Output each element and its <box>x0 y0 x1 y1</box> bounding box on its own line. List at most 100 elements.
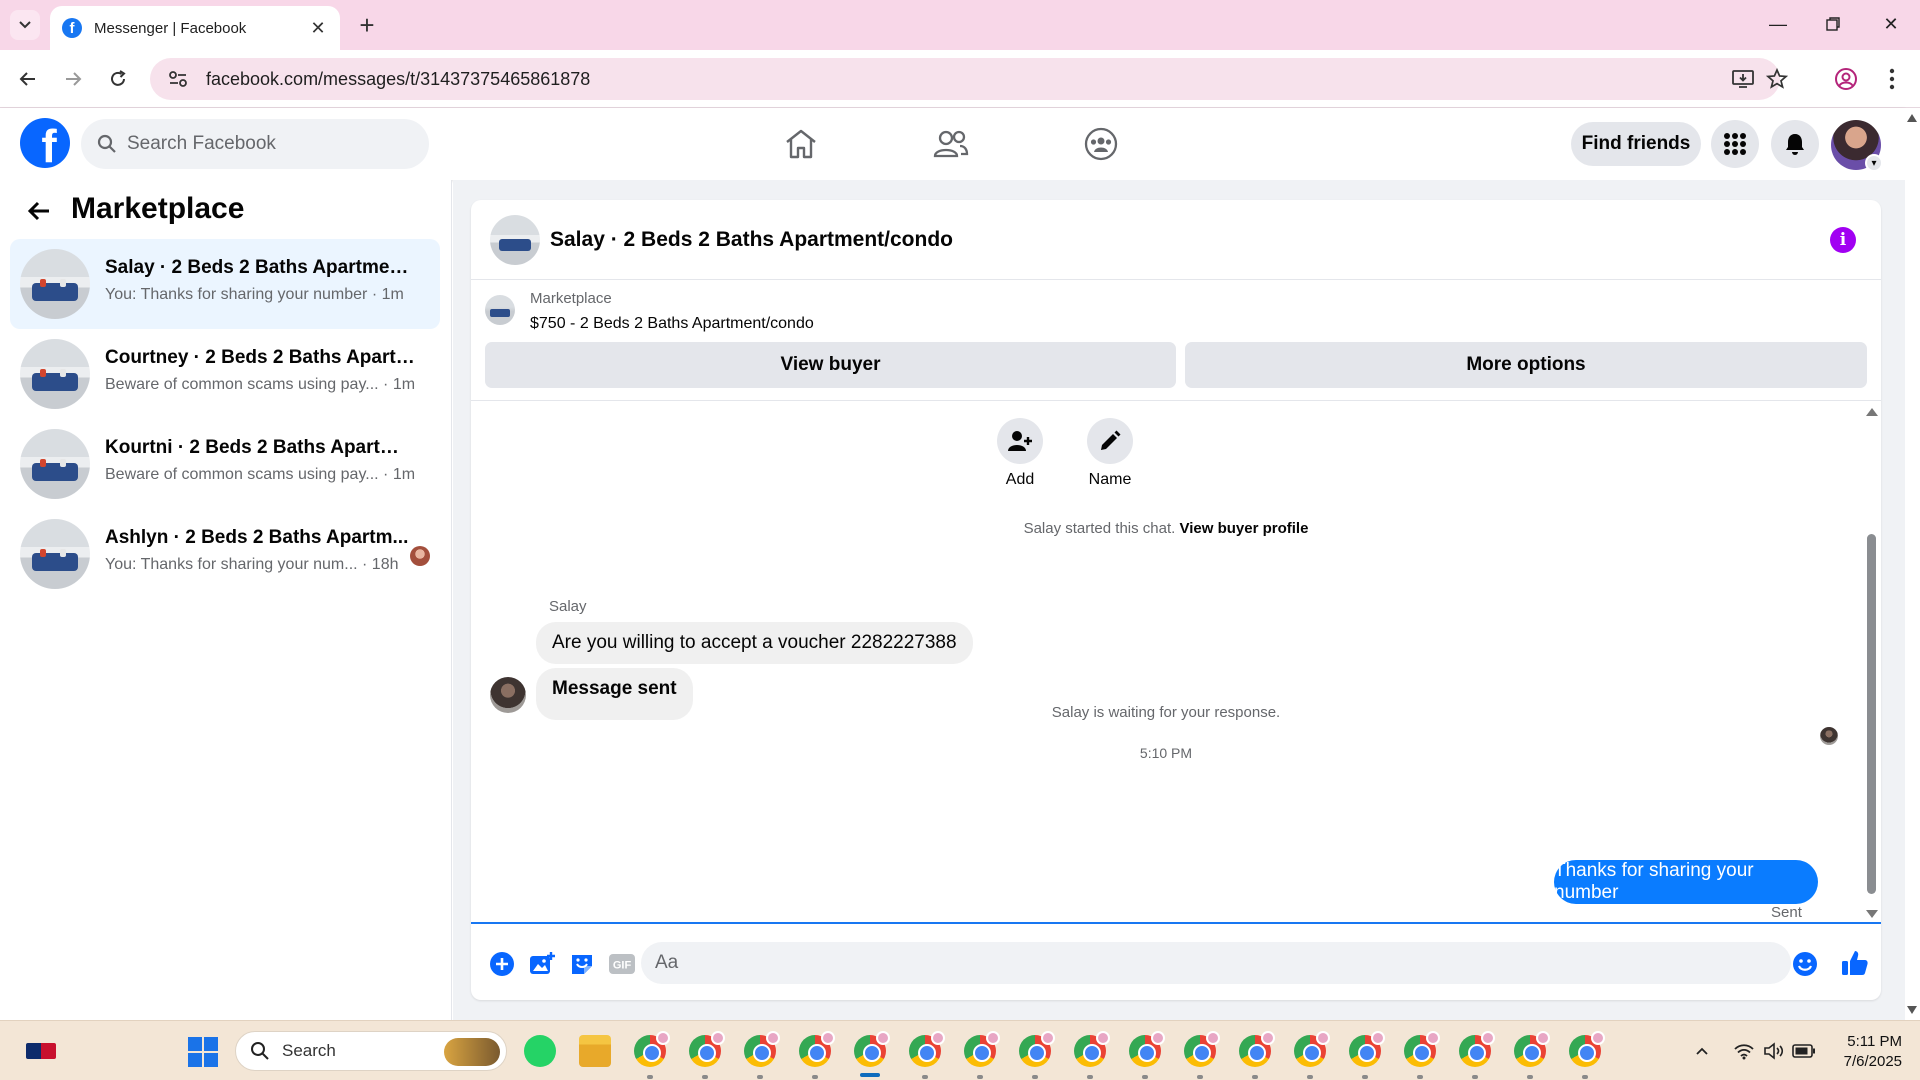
home-nav-icon[interactable] <box>781 124 821 164</box>
view-buyer-button[interactable]: View buyer <box>485 342 1176 388</box>
chrome-profile-icon[interactable] <box>1019 1031 1055 1067</box>
page-scrollbar[interactable] <box>1905 108 1920 1020</box>
whatsapp-icon[interactable] <box>524 1035 556 1067</box>
volume-icon[interactable] <box>1761 1039 1787 1063</box>
wifi-icon[interactable] <box>1731 1039 1757 1063</box>
chrome-profile-icon[interactable] <box>1184 1031 1220 1067</box>
running-app-indicator <box>1032 1075 1038 1079</box>
page-scroll-up-icon[interactable] <box>1907 114 1917 122</box>
sticker-icon[interactable] <box>568 950 596 978</box>
minimize-window-button[interactable]: — <box>1758 8 1798 40</box>
close-tab-icon[interactable]: ✕ <box>308 18 328 38</box>
account-chevron-icon[interactable]: ▾ <box>1865 154 1883 172</box>
sidebar-title: Marketplace <box>71 192 245 225</box>
find-friends-button[interactable]: Find friends <box>1571 122 1701 166</box>
view-buyer-profile-link[interactable]: View buyer profile <box>1179 520 1308 537</box>
notifications-button[interactable] <box>1771 120 1819 168</box>
conversation-item[interactable]: Salay · 2 Beds 2 Baths Apartment/... You… <box>10 239 440 329</box>
info-icon[interactable]: i <box>1830 227 1856 253</box>
running-app-indicator <box>1252 1075 1258 1079</box>
forward-button[interactable] <box>58 64 88 94</box>
listing-banner: Marketplace $750 - 2 Beds 2 Baths Apartm… <box>471 281 1881 401</box>
profile-badge-icon <box>1261 1031 1275 1045</box>
scroll-up-arrow-icon[interactable] <box>1866 408 1878 416</box>
close-window-button[interactable]: ✕ <box>1871 8 1911 40</box>
more-options-button[interactable]: More options <box>1185 342 1867 388</box>
chrome-profile-icon[interactable] <box>1459 1031 1495 1067</box>
profile-badge-icon <box>1371 1031 1385 1045</box>
chrome-profile-icon[interactable] <box>744 1031 780 1067</box>
gif-icon[interactable]: GIF <box>608 950 636 978</box>
site-info-icon[interactable] <box>166 67 190 91</box>
chrome-profile-icon[interactable] <box>1239 1031 1275 1067</box>
conversation-item[interactable]: Kourtni · 2 Beds 2 Baths Apartmen... Bew… <box>10 419 440 509</box>
menu-grid-button[interactable] <box>1711 120 1759 168</box>
photo-attach-icon[interactable] <box>528 950 556 978</box>
profile-badge-icon <box>766 1031 780 1045</box>
name-action[interactable]: Name <box>1075 418 1145 489</box>
chrome-profile-icon[interactable] <box>1569 1031 1605 1067</box>
chrome-profile-icon[interactable] <box>964 1031 1000 1067</box>
browser-tab[interactable]: f Messenger | Facebook ✕ <box>50 6 340 50</box>
mlb-widget-icon[interactable] <box>26 1043 56 1059</box>
running-app-indicator <box>1362 1075 1368 1079</box>
conversation-preview: You: Thanks for sharing your number · 1m <box>105 286 404 303</box>
conversation-preview: You: Thanks for sharing your num... · 18… <box>105 556 399 573</box>
battery-icon[interactable] <box>1791 1039 1817 1063</box>
chrome-profile-icon[interactable] <box>1294 1031 1330 1067</box>
thread-scrollbar[interactable] <box>1863 402 1879 924</box>
chrome-profile-icon[interactable] <box>1074 1031 1110 1067</box>
bookmark-star-icon[interactable] <box>1764 67 1790 91</box>
tab-search-button[interactable] <box>10 10 40 40</box>
plus-circle-icon[interactable] <box>488 950 516 978</box>
message-input[interactable] <box>641 942 1791 984</box>
address-bar[interactable]: facebook.com/messages/t/3143737546586187… <box>150 58 1788 100</box>
windows-start-icon[interactable] <box>188 1037 218 1067</box>
groups-nav-icon[interactable] <box>1081 124 1121 164</box>
scroll-down-arrow-icon[interactable] <box>1866 910 1878 918</box>
chrome-profile-icon[interactable] <box>1129 1031 1165 1067</box>
new-tab-button[interactable]: + <box>352 10 382 40</box>
install-app-icon[interactable] <box>1730 67 1756 91</box>
page-scroll-down-icon[interactable] <box>1907 1006 1917 1014</box>
profile-badge-icon <box>821 1031 835 1045</box>
conversation-preview: Beware of common scams using pay... · 1m <box>105 466 416 483</box>
taskbar-search[interactable]: Search <box>235 1031 507 1071</box>
add-action[interactable]: Add <box>985 418 1055 489</box>
conversation-item[interactable]: Ashlyn · 2 Beds 2 Baths Apartm... You: T… <box>10 509 440 599</box>
facebook-search-box[interactable]: Search Facebook <box>81 119 429 169</box>
profile-icon[interactable] <box>1831 64 1861 94</box>
emoji-icon[interactable] <box>1791 950 1819 978</box>
listing-thumbnail <box>20 249 90 319</box>
running-app-indicator <box>757 1075 763 1079</box>
facebook-header: f Search Facebook Find friends ▾ <box>0 108 1905 180</box>
chat-thumbnail[interactable] <box>490 215 540 265</box>
friends-nav-icon[interactable] <box>931 124 971 164</box>
chrome-profile-icon[interactable] <box>1404 1031 1440 1067</box>
chrome-profile-icon[interactable] <box>689 1031 725 1067</box>
reload-button[interactable] <box>103 64 133 94</box>
chevron-down-icon <box>19 21 31 29</box>
chrome-profile-icon[interactable] <box>909 1031 945 1067</box>
bell-icon <box>1786 134 1804 155</box>
system-clock[interactable]: 5:11 PM 7/6/2025 <box>1822 1032 1902 1072</box>
chat-title[interactable]: Salay · 2 Beds 2 Baths Apartment/condo <box>550 228 953 252</box>
back-arrow-button[interactable] <box>24 196 54 226</box>
scroll-thumb[interactable] <box>1867 534 1876 894</box>
restore-window-button[interactable] <box>1813 8 1853 40</box>
like-thumbs-up-icon[interactable] <box>1840 948 1870 978</box>
chrome-profile-icon[interactable] <box>1349 1031 1385 1067</box>
conversation-item[interactable]: Courtney · 2 Beds 2 Baths Apartm... Bewa… <box>10 329 440 419</box>
chrome-profile-icon[interactable] <box>799 1031 835 1067</box>
chrome-profile-icon[interactable] <box>1514 1031 1550 1067</box>
listing-thumbnail[interactable] <box>485 295 515 325</box>
chrome-profile-icon[interactable] <box>634 1031 670 1067</box>
tray-chevron-up-icon[interactable] <box>1692 1039 1712 1063</box>
back-button[interactable] <box>13 64 43 94</box>
file-explorer-icon[interactable] <box>579 1035 611 1067</box>
browser-menu-icon[interactable] <box>1877 64 1907 94</box>
name-label: Name <box>1088 471 1132 488</box>
listing-price-title[interactable]: $750 - 2 Beds 2 Baths Apartment/condo <box>530 315 814 333</box>
facebook-logo-icon[interactable]: f <box>20 118 70 168</box>
chrome-profile-icon[interactable] <box>854 1031 890 1067</box>
